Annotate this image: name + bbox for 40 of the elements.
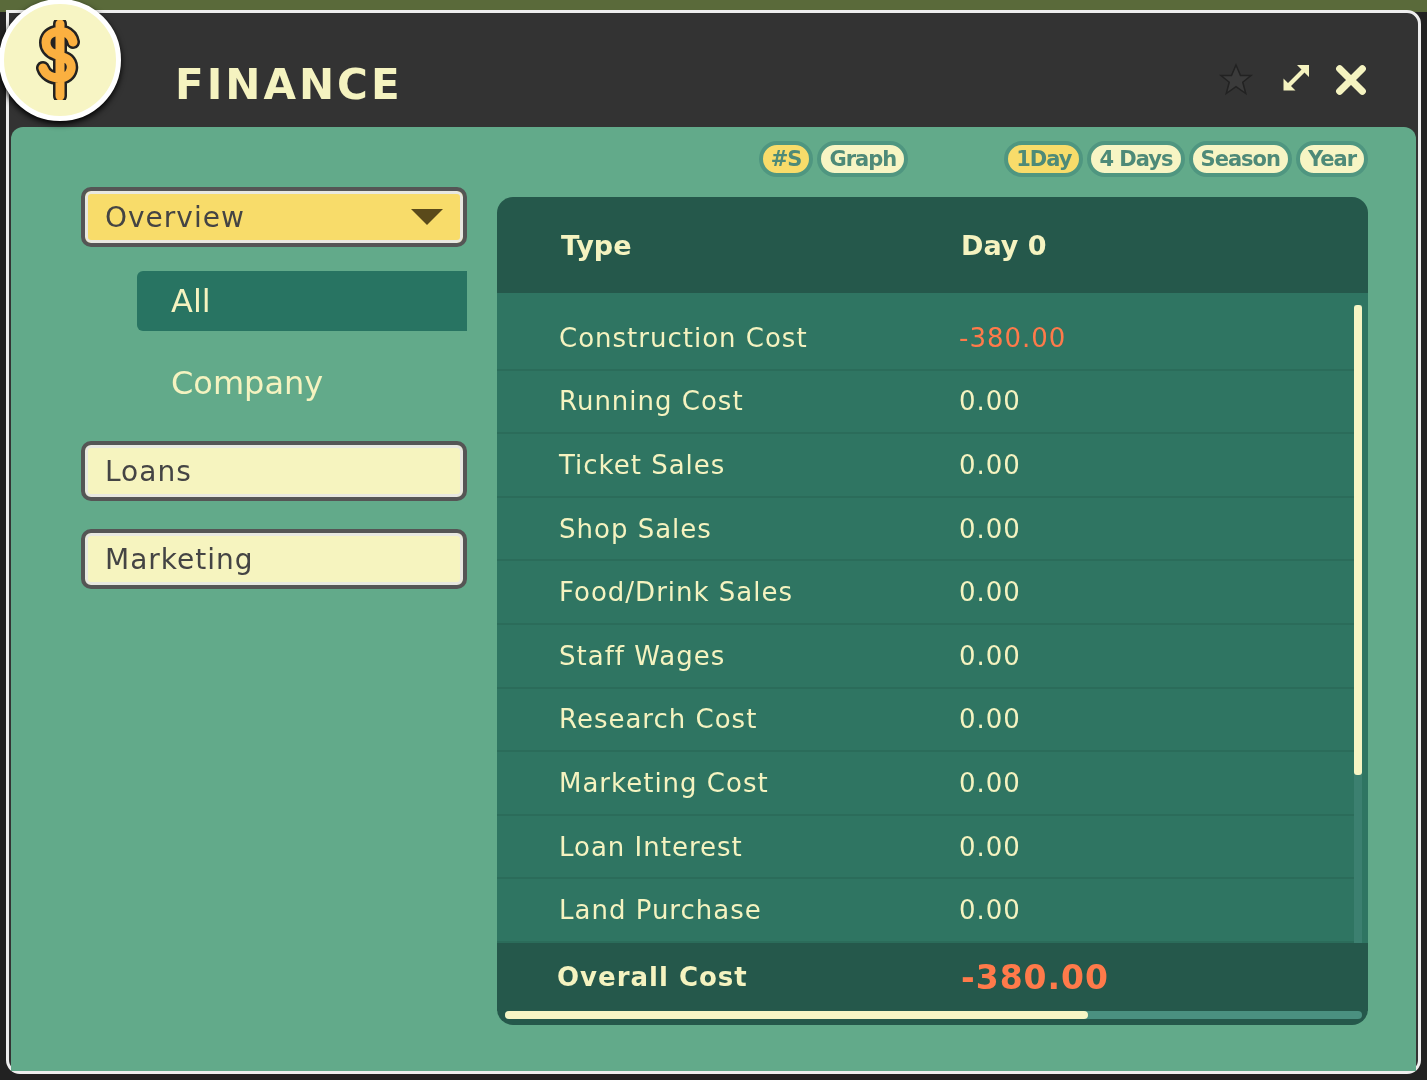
period-toggle[interactable]: Season — [1188, 141, 1292, 178]
table-cell-text: Food/Drink Sales — [559, 577, 795, 608]
close-icon[interactable] — [1334, 63, 1368, 98]
sidebar-item[interactable]: Marketing — [81, 529, 467, 590]
table-cell-text: -380.00 — [959, 322, 1068, 353]
sidebar-subitem[interactable]: Company — [137, 353, 467, 414]
table-cell-text: 0.00 — [959, 704, 1022, 735]
dollar-coin-icon — [0, 0, 121, 121]
view-toggle[interactable]: #S — [758, 141, 814, 178]
total-value: -380.00 — [961, 957, 1111, 997]
table-cell-text: Running Cost — [559, 386, 745, 417]
column-header: Type — [561, 229, 633, 261]
table-cell-text: Shop Sales — [559, 513, 713, 544]
table-cell-text: Construction Cost — [559, 322, 809, 353]
total-label: Overall Cost — [557, 962, 749, 992]
sidebar-item[interactable]: Loans — [81, 441, 467, 502]
table-cell-text: Loan Interest — [559, 831, 744, 862]
sidebar-subitem[interactable]: All — [137, 271, 467, 332]
view-toggle[interactable]: Graph — [817, 141, 909, 178]
vertical-scrollbar[interactable] — [1354, 305, 1362, 943]
period-toggle[interactable]: Year — [1295, 141, 1368, 178]
table-cell-text: 0.00 — [959, 513, 1022, 544]
column-header: Day 0 — [961, 229, 1048, 261]
period-toggle[interactable]: 1Day — [1004, 141, 1084, 178]
table-cell-text: Marketing Cost — [559, 768, 770, 798]
table-cell-text: 0.00 — [959, 895, 1022, 926]
table-cell-text: 0.00 — [959, 577, 1022, 608]
window-title: FINANCE — [175, 59, 403, 109]
table-cell-text: 0.00 — [959, 831, 1022, 862]
sidebar-item[interactable]: Overview — [81, 187, 467, 248]
horizontal-scrollbar[interactable] — [505, 1011, 1362, 1019]
table-cell-text: 0.00 — [959, 386, 1022, 417]
table-cell-text: Staff Wages — [559, 640, 727, 671]
table-cell-text: Research Cost — [559, 704, 759, 735]
table-cell-text: 0.00 — [959, 450, 1022, 481]
table-cell-text: Land Purchase — [559, 895, 763, 926]
table-cell-text: Ticket Sales — [559, 450, 727, 481]
period-toggle[interactable]: 4 Days — [1087, 141, 1185, 178]
table-cell-text: 0.00 — [959, 640, 1022, 671]
table-cell-text: 0.00 — [959, 768, 1022, 798]
